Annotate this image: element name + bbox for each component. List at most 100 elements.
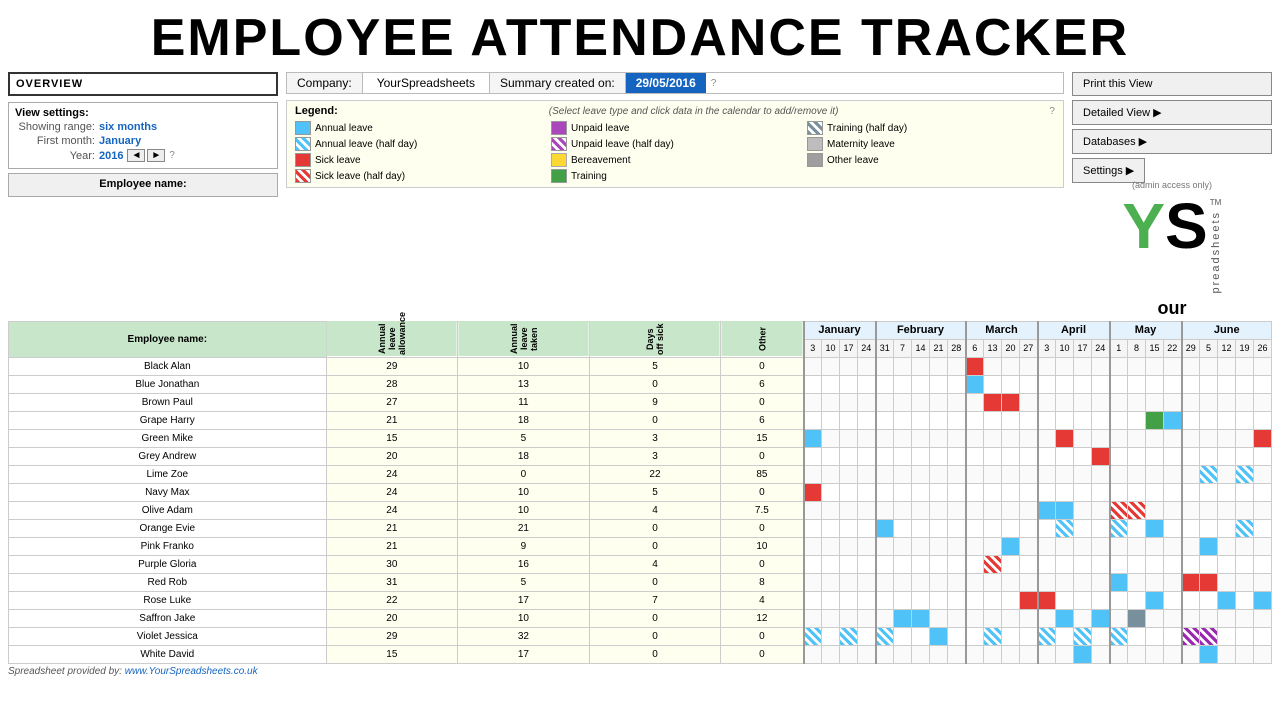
cal-cell[interactable] — [1164, 465, 1182, 483]
cal-cell[interactable] — [1020, 375, 1038, 393]
cal-cell[interactable] — [1092, 483, 1110, 501]
cal-cell[interactable] — [840, 357, 858, 375]
cal-cell[interactable] — [1074, 501, 1092, 519]
cal-cell[interactable] — [1200, 627, 1218, 645]
cal-cell[interactable] — [822, 429, 840, 447]
cal-cell[interactable] — [1110, 447, 1128, 465]
cal-cell[interactable] — [1218, 465, 1236, 483]
cal-cell[interactable] — [1254, 357, 1272, 375]
cal-cell[interactable] — [858, 501, 876, 519]
cal-cell[interactable] — [948, 429, 966, 447]
cal-cell[interactable] — [1218, 555, 1236, 573]
cal-cell[interactable] — [1092, 573, 1110, 591]
cal-cell[interactable] — [1200, 357, 1218, 375]
cal-cell[interactable] — [984, 519, 1002, 537]
cal-cell[interactable] — [984, 645, 1002, 663]
cal-cell[interactable] — [930, 591, 948, 609]
cal-cell[interactable] — [1236, 393, 1254, 411]
cal-cell[interactable] — [840, 627, 858, 645]
cal-cell[interactable] — [1002, 519, 1020, 537]
cal-cell[interactable] — [912, 519, 930, 537]
cal-cell[interactable] — [948, 591, 966, 609]
cal-cell[interactable] — [1128, 429, 1146, 447]
cal-cell[interactable] — [858, 411, 876, 429]
cal-cell[interactable] — [984, 501, 1002, 519]
cal-cell[interactable] — [984, 447, 1002, 465]
cal-cell[interactable] — [912, 375, 930, 393]
cal-cell[interactable] — [1128, 609, 1146, 627]
cal-cell[interactable] — [1146, 393, 1164, 411]
cal-cell[interactable] — [1056, 447, 1074, 465]
cal-cell[interactable] — [1254, 645, 1272, 663]
cal-cell[interactable] — [858, 609, 876, 627]
cal-cell[interactable] — [822, 447, 840, 465]
cal-cell[interactable] — [930, 609, 948, 627]
cal-cell[interactable] — [876, 411, 894, 429]
cal-cell[interactable] — [858, 573, 876, 591]
cal-cell[interactable] — [1002, 357, 1020, 375]
summary-info-icon[interactable]: ? — [706, 75, 722, 92]
cal-cell[interactable] — [1020, 429, 1038, 447]
cal-cell[interactable] — [876, 645, 894, 663]
cal-cell[interactable] — [1182, 537, 1200, 555]
cal-cell[interactable] — [948, 555, 966, 573]
cal-cell[interactable] — [858, 645, 876, 663]
cal-cell[interactable] — [1074, 591, 1092, 609]
cal-cell[interactable] — [1110, 627, 1128, 645]
cal-cell[interactable] — [1218, 573, 1236, 591]
cal-cell[interactable] — [858, 357, 876, 375]
cal-cell[interactable] — [1146, 501, 1164, 519]
cal-cell[interactable] — [1020, 393, 1038, 411]
cal-cell[interactable] — [876, 609, 894, 627]
cal-cell[interactable] — [1056, 645, 1074, 663]
cal-cell[interactable] — [1056, 609, 1074, 627]
cal-cell[interactable] — [1182, 393, 1200, 411]
cal-cell[interactable] — [1218, 591, 1236, 609]
cal-cell[interactable] — [948, 519, 966, 537]
cal-cell[interactable] — [948, 357, 966, 375]
cal-cell[interactable] — [804, 411, 822, 429]
cal-cell[interactable] — [1020, 411, 1038, 429]
cal-cell[interactable] — [858, 465, 876, 483]
cal-cell[interactable] — [1236, 483, 1254, 501]
cal-cell[interactable] — [1020, 627, 1038, 645]
cal-cell[interactable] — [1254, 519, 1272, 537]
cal-cell[interactable] — [894, 645, 912, 663]
cal-cell[interactable] — [822, 555, 840, 573]
cal-cell[interactable] — [1218, 357, 1236, 375]
cal-cell[interactable] — [1002, 501, 1020, 519]
cal-cell[interactable] — [1002, 393, 1020, 411]
cal-cell[interactable] — [984, 393, 1002, 411]
cal-cell[interactable] — [1056, 465, 1074, 483]
cal-cell[interactable] — [840, 609, 858, 627]
cal-cell[interactable] — [894, 519, 912, 537]
cal-cell[interactable] — [894, 429, 912, 447]
cal-cell[interactable] — [984, 429, 1002, 447]
cal-cell[interactable] — [822, 609, 840, 627]
cal-cell[interactable] — [858, 537, 876, 555]
cal-cell[interactable] — [894, 357, 912, 375]
cal-cell[interactable] — [966, 357, 984, 375]
cal-cell[interactable] — [1254, 411, 1272, 429]
cal-cell[interactable] — [930, 627, 948, 645]
cal-cell[interactable] — [1038, 483, 1056, 501]
cal-cell[interactable] — [1092, 501, 1110, 519]
cal-cell[interactable] — [930, 501, 948, 519]
cal-cell[interactable] — [1128, 555, 1146, 573]
cal-cell[interactable] — [1128, 375, 1146, 393]
cal-cell[interactable] — [1020, 519, 1038, 537]
cal-cell[interactable] — [1146, 645, 1164, 663]
cal-cell[interactable] — [1056, 393, 1074, 411]
cal-cell[interactable] — [1110, 375, 1128, 393]
cal-cell[interactable] — [858, 627, 876, 645]
cal-cell[interactable] — [822, 357, 840, 375]
cal-cell[interactable] — [1092, 411, 1110, 429]
cal-cell[interactable] — [1092, 555, 1110, 573]
legend-sick[interactable]: Sick leave — [295, 153, 543, 167]
cal-cell[interactable] — [930, 357, 948, 375]
cal-cell[interactable] — [876, 573, 894, 591]
cal-cell[interactable] — [1218, 411, 1236, 429]
cal-cell[interactable] — [1038, 447, 1056, 465]
cal-cell[interactable] — [1092, 375, 1110, 393]
cal-cell[interactable] — [1218, 393, 1236, 411]
